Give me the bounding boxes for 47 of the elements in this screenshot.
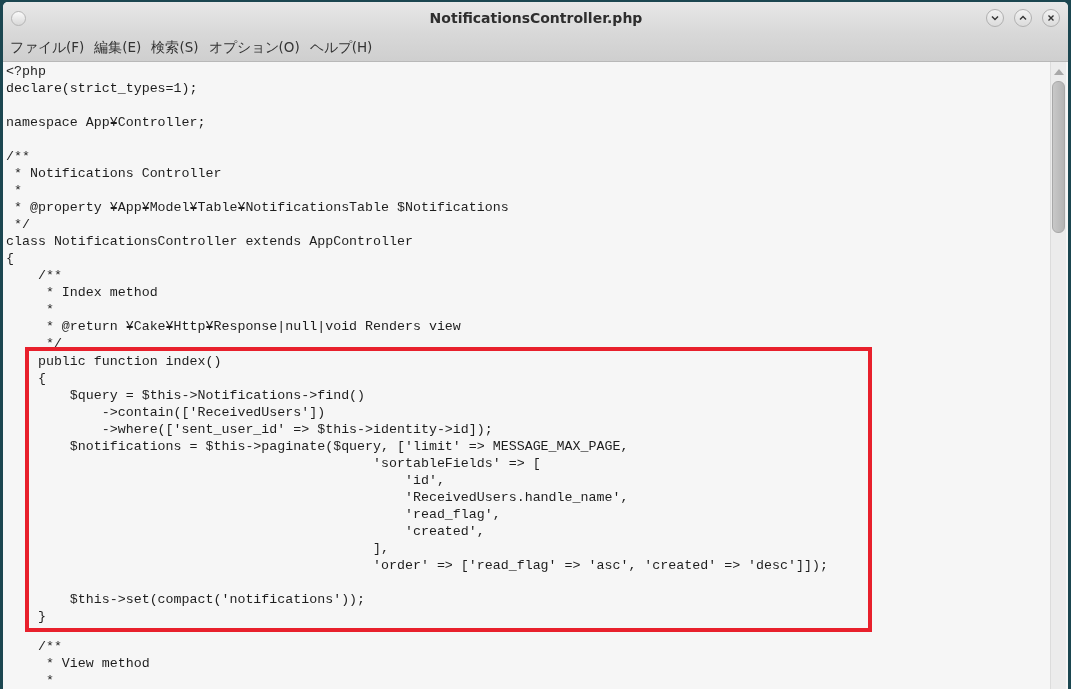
scrollbar[interactable]	[1050, 62, 1066, 689]
code-line: {	[6, 250, 14, 267]
code-line: ->contain(['ReceivedUsers'])	[100, 404, 326, 421]
code-line: 'read_flag',	[403, 506, 501, 523]
code-line: 'ReceivedUsers.handle_name',	[403, 489, 629, 506]
code-line: $this->set(compact('notifications'));	[68, 591, 366, 608]
code-line: * Notifications Controller	[12, 165, 222, 182]
code-line: ],	[372, 540, 389, 557]
window-title: NotificationsController.php	[428, 10, 644, 26]
menu-item[interactable]: オプション(O)	[208, 38, 300, 57]
code-line: */	[12, 216, 30, 233]
code-line: ->where(['sent_user_id' => $this->identity->id]);	[100, 421, 493, 438]
code-line: /**	[36, 267, 62, 284]
chevron-up-icon	[1018, 13, 1028, 23]
code-line: {	[36, 370, 46, 387]
menu-item[interactable]: 検索(S)	[151, 38, 199, 57]
code-line: */	[44, 335, 62, 352]
code-line: public function index()	[36, 353, 222, 370]
code-line: *	[12, 182, 22, 199]
chevron-down-icon	[990, 13, 1000, 23]
menu-item[interactable]: ファイル(F)	[10, 38, 85, 57]
code-line: * Index method	[44, 284, 158, 301]
scrollbar-thumb[interactable]	[1052, 81, 1065, 233]
close-icon	[1046, 13, 1056, 23]
maximize-button[interactable]	[1014, 9, 1032, 27]
code-line: class NotificationsController extends AppController	[6, 233, 413, 250]
code-line: }	[36, 608, 46, 625]
code-line: /**	[6, 148, 30, 165]
minimize-button[interactable]	[986, 9, 1004, 27]
code-line: *	[44, 301, 54, 318]
menu-item[interactable]: 編集(E)	[94, 38, 142, 57]
code-line: 'order' => ['read_flag' => 'asc', 'created' => 'desc']]);	[372, 557, 828, 574]
code-line: <?php	[6, 63, 46, 80]
code-line: declare(strict_types=1);	[6, 80, 198, 97]
menu-item[interactable]: ヘルプ(H)	[309, 38, 373, 57]
code-line: $notifications = $this->paginate($query, ['limit' => MESSAGE_MAX_PAGE,	[68, 438, 629, 455]
code-line: 'sortableFields' => [	[372, 455, 541, 472]
code-line: $query = $this->Notifications->find()	[68, 387, 366, 404]
code-line: namespace App¥Controller;	[6, 114, 206, 131]
code-line: 'created',	[403, 523, 485, 540]
code-line: /**	[36, 638, 62, 655]
code-line: * @return ¥Cake¥Http¥Response|null|void Renders view	[44, 318, 461, 335]
code-line: * View method	[44, 655, 150, 672]
code-line: *	[44, 672, 54, 689]
code-line: * @property ¥App¥Model¥Table¥NotificationsTable $Notifications	[12, 199, 509, 216]
close-button[interactable]	[1042, 9, 1060, 27]
code-line: 'id',	[403, 472, 445, 489]
